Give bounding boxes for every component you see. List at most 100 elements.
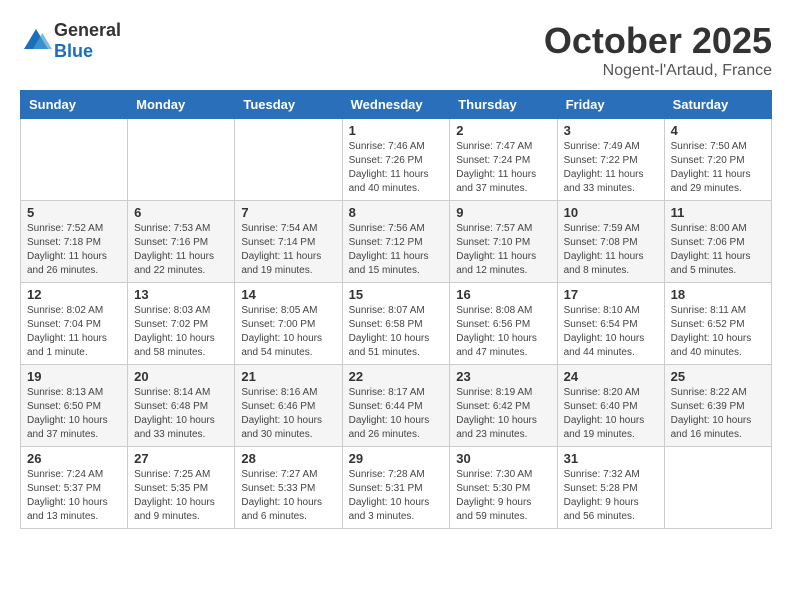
day-number: 25 (671, 369, 765, 384)
day-info: Sunrise: 8:19 AMSunset: 6:42 PMDaylight:… (456, 386, 550, 442)
day-info: Sunrise: 7:24 AMSunset: 5:37 PMDaylight:… (27, 468, 121, 524)
day-number: 11 (671, 205, 765, 220)
day-number: 9 (456, 205, 550, 220)
day-number: 26 (27, 451, 121, 466)
calendar-cell: 31 Sunrise: 7:32 AMSunset: 5:28 PMDayligh… (557, 447, 664, 529)
day-number: 17 (564, 287, 658, 302)
day-info: Sunrise: 7:56 AMSunset: 7:12 PMDaylight:… (349, 222, 444, 278)
calendar-cell: 14 Sunrise: 8:05 AMSunset: 7:00 PMDayligh… (235, 283, 342, 365)
day-info: Sunrise: 8:10 AMSunset: 6:54 PMDaylight:… (564, 304, 658, 360)
calendar-cell: 12 Sunrise: 8:02 AMSunset: 7:04 PMDayligh… (21, 283, 128, 365)
calendar-header-row: SundayMondayTuesdayWednesdayThursdayFrid… (21, 91, 772, 119)
day-number: 6 (134, 205, 228, 220)
calendar-cell: 11Sunrise: 8:00 AMSunset: 7:06 PMDayligh… (664, 201, 771, 283)
weekday-header: Wednesday (342, 91, 450, 119)
day-info: Sunrise: 7:27 AMSunset: 5:33 PMDaylight:… (241, 468, 335, 524)
day-number: 15 (349, 287, 444, 302)
day-info: Sunrise: 7:53 AMSunset: 7:16 PMDaylight:… (134, 222, 228, 278)
day-number: 22 (349, 369, 444, 384)
calendar-cell: 13Sunrise: 8:03 AMSunset: 7:02 PMDayligh… (128, 283, 235, 365)
calendar-cell: 16 Sunrise: 8:08 AMSunset: 6:56 PMDayligh… (450, 283, 557, 365)
day-number: 4 (671, 123, 765, 138)
day-number: 19 (27, 369, 121, 384)
day-info: Sunrise: 7:52 AMSunset: 7:18 PMDaylight:… (27, 222, 121, 278)
day-info: Sunrise: 8:11 AMSunset: 6:52 PMDaylight:… (671, 304, 765, 360)
calendar-cell: 2 Sunrise: 7:47 AMSunset: 7:24 PMDaylight… (450, 119, 557, 201)
location-title: Nogent-l'Artaud, France (544, 62, 772, 80)
day-number: 18 (671, 287, 765, 302)
day-info: Sunrise: 8:13 AMSunset: 6:50 PMDaylight:… (27, 386, 121, 442)
day-number: 27 (134, 451, 228, 466)
calendar-cell: 9 Sunrise: 7:57 AMSunset: 7:10 PMDaylight… (450, 201, 557, 283)
calendar-cell: 22 Sunrise: 8:17 AMSunset: 6:44 PMDayligh… (342, 365, 450, 447)
day-info: Sunrise: 7:57 AMSunset: 7:10 PMDaylight:… (456, 222, 550, 278)
title-area: October 2025 Nogent-l'Artaud, France (544, 20, 772, 80)
calendar-table: SundayMondayTuesdayWednesdayThursdayFrid… (20, 90, 772, 529)
day-number: 24 (564, 369, 658, 384)
calendar-cell: 23 Sunrise: 8:19 AMSunset: 6:42 PMDayligh… (450, 365, 557, 447)
calendar-cell: 17 Sunrise: 8:10 AMSunset: 6:54 PMDayligh… (557, 283, 664, 365)
day-number: 31 (564, 451, 658, 466)
day-number: 5 (27, 205, 121, 220)
day-number: 1 (349, 123, 444, 138)
calendar-week-row: 5 Sunrise: 7:52 AMSunset: 7:18 PMDaylight… (21, 201, 772, 283)
calendar-cell: 6 Sunrise: 7:53 AMSunset: 7:16 PMDaylight… (128, 201, 235, 283)
day-number: 21 (241, 369, 335, 384)
calendar-cell: 1Sunrise: 7:46 AMSunset: 7:26 PMDaylight… (342, 119, 450, 201)
calendar-week-row: 19 Sunrise: 8:13 AMSunset: 6:50 PMDayligh… (21, 365, 772, 447)
day-number: 13 (134, 287, 228, 302)
calendar-week-row: 1Sunrise: 7:46 AMSunset: 7:26 PMDaylight… (21, 119, 772, 201)
calendar-cell: 20Sunrise: 8:14 AMSunset: 6:48 PMDayligh… (128, 365, 235, 447)
page-header: General Blue October 2025 Nogent-l'Artau… (20, 20, 772, 80)
day-number: 3 (564, 123, 658, 138)
day-number: 12 (27, 287, 121, 302)
day-info: Sunrise: 7:28 AMSunset: 5:31 PMDaylight:… (349, 468, 444, 524)
day-number: 8 (349, 205, 444, 220)
day-number: 16 (456, 287, 550, 302)
weekday-header: Tuesday (235, 91, 342, 119)
calendar-cell (128, 119, 235, 201)
calendar-cell: 15Sunrise: 8:07 AMSunset: 6:58 PMDayligh… (342, 283, 450, 365)
weekday-header: Saturday (664, 91, 771, 119)
day-info: Sunrise: 8:20 AMSunset: 6:40 PMDaylight:… (564, 386, 658, 442)
calendar-cell (664, 447, 771, 529)
calendar-cell: 7 Sunrise: 7:54 AMSunset: 7:14 PMDaylight… (235, 201, 342, 283)
calendar-cell: 25 Sunrise: 8:22 AMSunset: 6:39 PMDayligh… (664, 365, 771, 447)
weekday-header: Thursday (450, 91, 557, 119)
day-number: 23 (456, 369, 550, 384)
calendar-cell: 19 Sunrise: 8:13 AMSunset: 6:50 PMDayligh… (21, 365, 128, 447)
day-number: 2 (456, 123, 550, 138)
day-info: Sunrise: 7:32 AMSunset: 5:28 PMDaylight:… (564, 468, 658, 524)
weekday-header: Friday (557, 91, 664, 119)
calendar-cell: 26 Sunrise: 7:24 AMSunset: 5:37 PMDayligh… (21, 447, 128, 529)
calendar-cell: 3Sunrise: 7:49 AMSunset: 7:22 PMDaylight… (557, 119, 664, 201)
day-info: Sunrise: 7:30 AMSunset: 5:30 PMDaylight:… (456, 468, 550, 524)
day-number: 10 (564, 205, 658, 220)
day-info: Sunrise: 7:54 AMSunset: 7:14 PMDaylight:… (241, 222, 335, 278)
weekday-header: Sunday (21, 91, 128, 119)
day-number: 28 (241, 451, 335, 466)
calendar-cell: 8 Sunrise: 7:56 AMSunset: 7:12 PMDaylight… (342, 201, 450, 283)
day-info: Sunrise: 8:17 AMSunset: 6:44 PMDaylight:… (349, 386, 444, 442)
day-info: Sunrise: 8:22 AMSunset: 6:39 PMDaylight:… (671, 386, 765, 442)
day-info: Sunrise: 7:47 AMSunset: 7:24 PMDaylight:… (456, 140, 550, 196)
day-info: Sunrise: 8:02 AMSunset: 7:04 PMDaylight:… (27, 304, 121, 360)
day-number: 14 (241, 287, 335, 302)
day-number: 29 (349, 451, 444, 466)
day-number: 7 (241, 205, 335, 220)
day-info: Sunrise: 7:59 AMSunset: 7:08 PMDaylight:… (564, 222, 658, 278)
calendar-cell: 10 Sunrise: 7:59 AMSunset: 7:08 PMDayligh… (557, 201, 664, 283)
day-info: Sunrise: 7:25 AMSunset: 5:35 PMDaylight:… (134, 468, 228, 524)
calendar-cell: 24 Sunrise: 8:20 AMSunset: 6:40 PMDayligh… (557, 365, 664, 447)
day-info: Sunrise: 8:14 AMSunset: 6:48 PMDaylight:… (134, 386, 228, 442)
calendar-cell: 27 Sunrise: 7:25 AMSunset: 5:35 PMDayligh… (128, 447, 235, 529)
day-info: Sunrise: 7:50 AMSunset: 7:20 PMDaylight:… (671, 140, 765, 196)
day-info: Sunrise: 8:05 AMSunset: 7:00 PMDaylight:… (241, 304, 335, 360)
calendar-cell: 21Sunrise: 8:16 AMSunset: 6:46 PMDayligh… (235, 365, 342, 447)
day-info: Sunrise: 8:08 AMSunset: 6:56 PMDaylight:… (456, 304, 550, 360)
logo-icon (20, 25, 52, 57)
calendar-cell (21, 119, 128, 201)
month-title: October 2025 (544, 20, 772, 62)
calendar-cell: 30Sunrise: 7:30 AMSunset: 5:30 PMDayligh… (450, 447, 557, 529)
calendar-cell: 18 Sunrise: 8:11 AMSunset: 6:52 PMDayligh… (664, 283, 771, 365)
